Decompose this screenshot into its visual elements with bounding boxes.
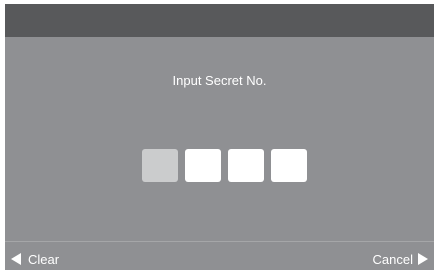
secret-number-screen: Input Secret No. Clear Cancel — [5, 4, 434, 270]
title-bar — [5, 4, 434, 37]
clear-label: Clear — [28, 251, 60, 267]
digit-box-3[interactable] — [228, 149, 264, 182]
triangle-left-icon — [11, 253, 21, 265]
digit-box-2[interactable] — [185, 149, 221, 182]
cancel-label: Cancel — [372, 251, 413, 267]
softkey-divider — [5, 241, 434, 242]
digit-box-4[interactable] — [271, 149, 307, 182]
clear-softkey[interactable]: Clear — [11, 251, 59, 267]
triangle-right-icon — [418, 253, 428, 265]
prompt-text: Input Secret No. — [172, 73, 267, 88]
cancel-softkey[interactable]: Cancel — [373, 251, 428, 267]
secret-number-entry[interactable] — [142, 149, 307, 182]
digit-box-1[interactable] — [142, 149, 178, 182]
